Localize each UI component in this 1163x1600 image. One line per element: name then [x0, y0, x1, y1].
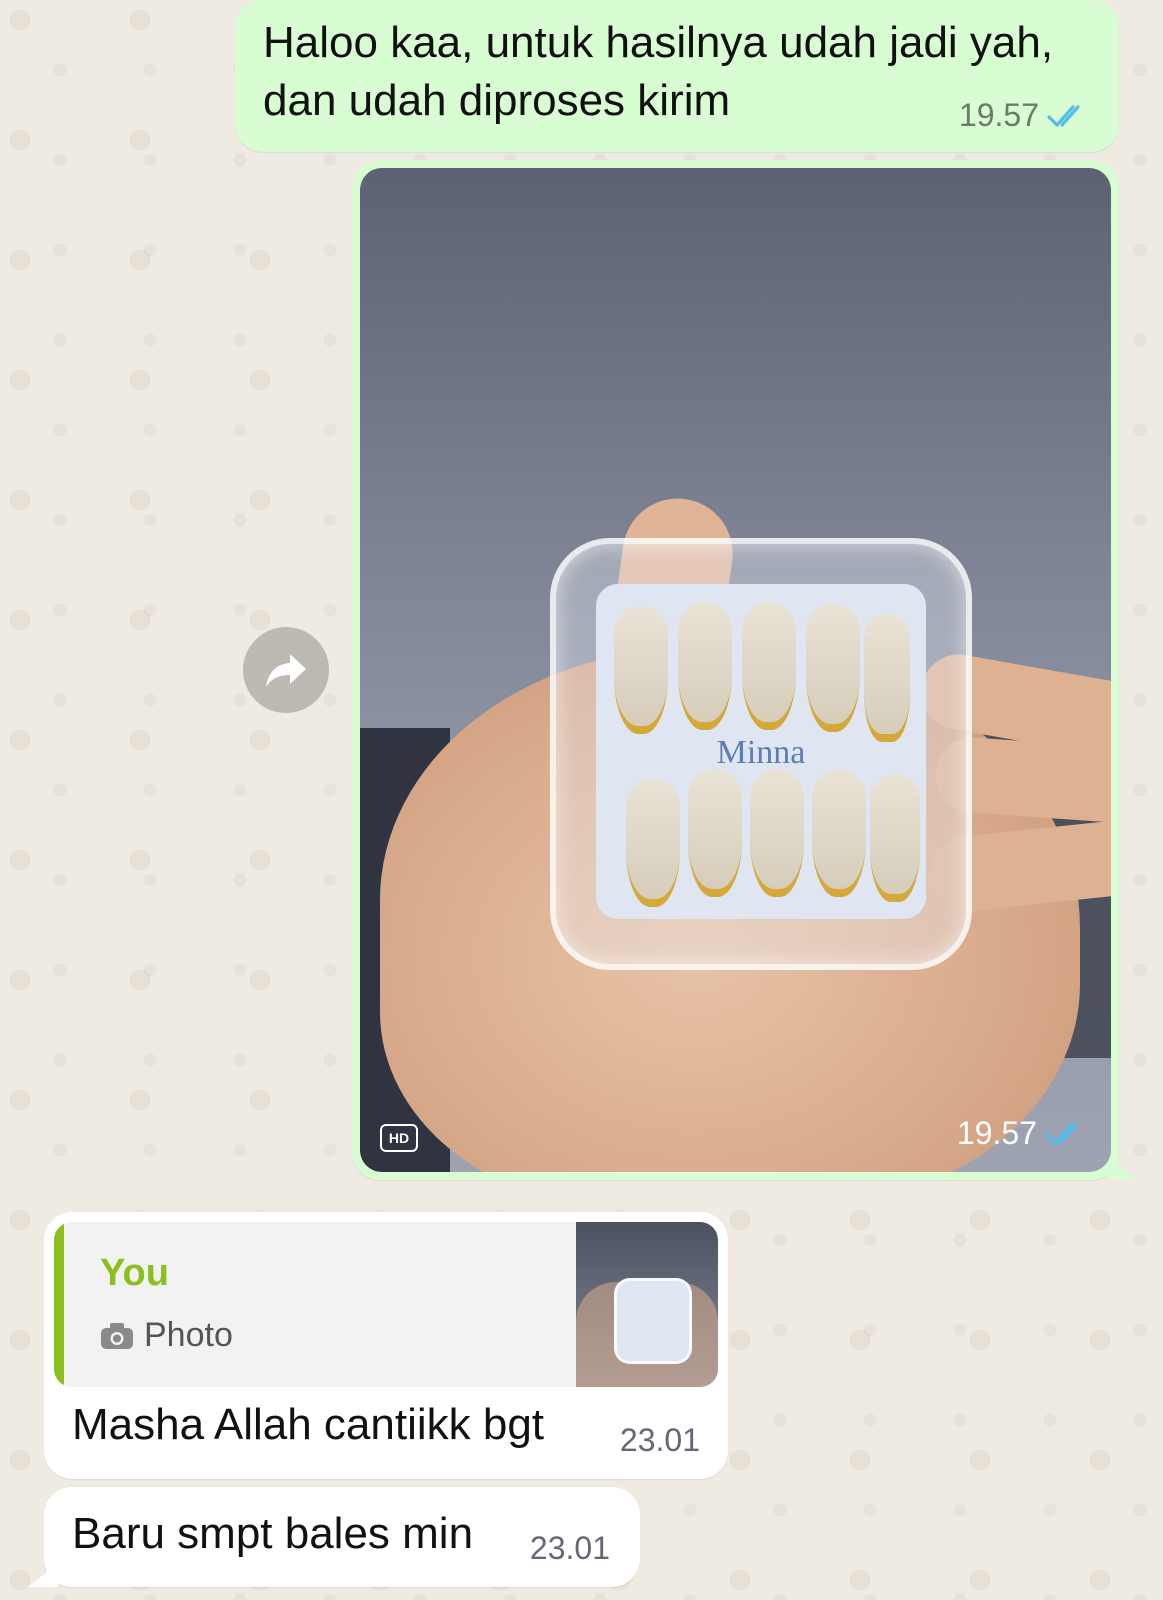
- forward-arrow-icon: [266, 654, 306, 687]
- thumbnail-case: [614, 1278, 692, 1364]
- message-meta: 23.01: [620, 1422, 700, 1459]
- quote-type: Photo: [100, 1316, 233, 1355]
- photo-nail-case: Minna: [550, 538, 972, 970]
- camera-icon: [101, 1322, 133, 1349]
- message-meta: 19.57: [959, 97, 1093, 134]
- quote-thumbnail: [576, 1222, 718, 1387]
- message-time: 23.01: [529, 1530, 610, 1566]
- message-meta: 19.57: [957, 1115, 1091, 1152]
- message-text: Baru smpt bales min: [72, 1509, 474, 1558]
- photo-nail: [870, 774, 920, 902]
- photo-nail-card: Minna: [596, 584, 926, 919]
- message-time: 19.57: [956, 1115, 1037, 1151]
- quote-type-label: Photo: [144, 1316, 233, 1354]
- photo-nail: [688, 769, 742, 897]
- message-meta: 23.01: [530, 1530, 610, 1567]
- hd-badge: HD: [380, 1124, 418, 1152]
- message-time: 19.57: [958, 97, 1039, 133]
- bubble-tail: [1107, 1156, 1137, 1180]
- double-check-read-icon: [1045, 1122, 1078, 1145]
- bubble-tail: [28, 1563, 58, 1587]
- photo-nail: [614, 606, 668, 734]
- message-photo[interactable]: Minna HD: [360, 168, 1111, 1172]
- photo-nail: [678, 602, 732, 730]
- double-check-read-icon: [1047, 104, 1080, 127]
- photo-nail: [812, 769, 866, 897]
- quoted-message[interactable]: You Photo: [54, 1222, 718, 1387]
- incoming-message[interactable]: You Photo Masha Allah cantiikk bgt 23.01: [44, 1212, 728, 1479]
- photo-nail: [750, 769, 804, 897]
- photo-nail: [864, 614, 910, 742]
- incoming-message[interactable]: Baru smpt bales min 23.01: [28, 1487, 640, 1587]
- outgoing-photo-message[interactable]: Minna HD 19.57: [352, 160, 1137, 1180]
- quote-author: You: [100, 1252, 169, 1294]
- quote-accent-bar: [54, 1222, 64, 1387]
- message-time: 23.01: [619, 1422, 700, 1458]
- outgoing-message[interactable]: Haloo kaa, untuk hasilnya udah jadi yah,…: [235, 0, 1119, 152]
- photo-brand-text: Minna: [716, 734, 806, 771]
- message-text: Masha Allah cantiikk bgt: [72, 1400, 545, 1449]
- photo-nail: [742, 602, 796, 730]
- forward-button[interactable]: [243, 627, 329, 713]
- photo-nail: [626, 779, 680, 907]
- photo-nail: [806, 604, 860, 732]
